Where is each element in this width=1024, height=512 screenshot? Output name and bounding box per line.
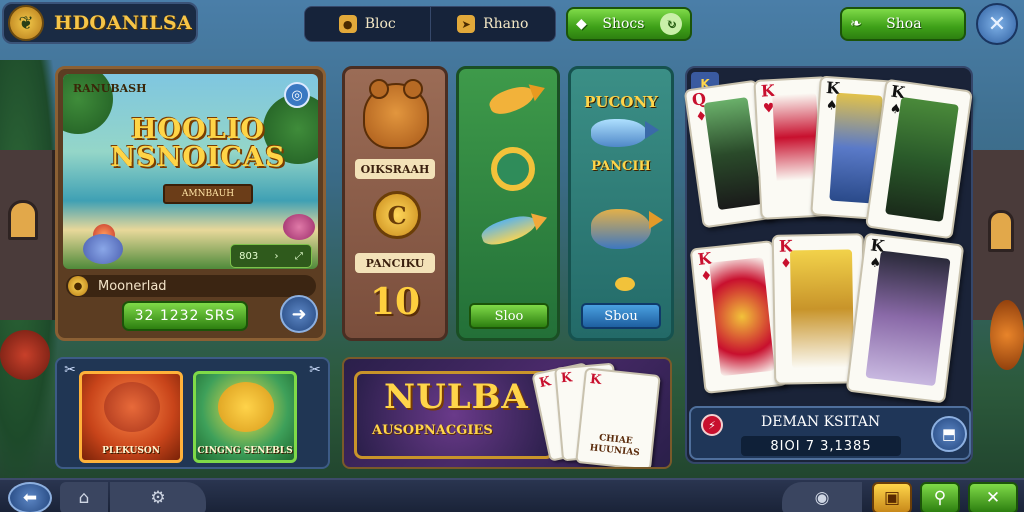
- fish-icon: [591, 119, 659, 147]
- card-rank: K: [560, 370, 573, 387]
- promo-banner[interactable]: NULBA AUSOPNACGIES K K K CHIAE HUUNIAS: [342, 357, 672, 469]
- fish-icon: ➤: [457, 15, 476, 33]
- coin-icon: ●: [338, 15, 357, 33]
- bear-card-sublabel: PANCIKU: [355, 253, 435, 273]
- shops-button[interactable]: ◆ Shocs ↻: [566, 7, 692, 41]
- tab-bloc[interactable]: ● Bloc: [305, 7, 430, 41]
- background-plant: [990, 300, 1024, 370]
- mini-games-panel: ✂ ✂ PLEKUSON CINGNG SENEBLS: [55, 357, 330, 469]
- fish-green-button[interactable]: Sloo: [469, 303, 549, 329]
- category-tabs: ● Bloc ➤ Rhano: [304, 6, 556, 42]
- search-icon[interactable]: ⚲: [920, 482, 960, 512]
- coin-icon: ●: [68, 276, 88, 296]
- shops-label: Shocs: [602, 16, 645, 32]
- top-bar: ❦ HDOANILSA ● Bloc ➤ Rhano ◆ Shocs ↻ ❧ S…: [0, 0, 1024, 48]
- card-rank: K: [537, 374, 553, 392]
- tab-label: Rhano: [483, 16, 529, 32]
- mini-game-card[interactable]: PLEKUSON: [79, 371, 183, 463]
- background-house-right: [969, 150, 1024, 320]
- featured-name: Moonerlad: [98, 278, 167, 294]
- banner-subtitle: AUSOPNACGIES: [372, 423, 493, 438]
- mini-game-label: PLEKUSON: [102, 446, 160, 456]
- arrow-icon: ›: [274, 250, 279, 262]
- player-info-bar: ⚡ DEMAN KSITAN 8IOI 7 3,1385 ⬒: [689, 406, 971, 460]
- fish-teal-subtitle: PANCIH: [591, 159, 651, 174]
- gift-icon[interactable]: ▣: [872, 482, 912, 512]
- featured-game-title: HOOLIO NSNOICAS: [110, 114, 286, 173]
- fish-teal-button[interactable]: Sbou: [581, 303, 661, 329]
- card-game-panel[interactable]: K Q ♦ K ♥ K ♠ K ♠ K ♦ K ♦ K ♠ ⚡ DEMAN KS…: [683, 66, 974, 464]
- close-icon[interactable]: ✕: [976, 3, 1018, 45]
- playing-card[interactable]: K ♠: [845, 232, 965, 404]
- info-icon[interactable]: ◎: [284, 82, 310, 108]
- banner-title: NULBA: [384, 377, 529, 417]
- featured-game-panel[interactable]: RANUBASH HOOLIO NSNOICAS AMNBAUH ◎ 803 ›…: [55, 66, 326, 341]
- shop-label: Shoa: [886, 16, 922, 32]
- bear-icon: [363, 79, 429, 149]
- leaf-icon: ❧: [850, 16, 862, 32]
- featured-stats: 803 › ⤢: [230, 244, 312, 268]
- card-face-art: [865, 250, 951, 387]
- button-label: Sbou: [604, 308, 638, 324]
- shop-button[interactable]: ❧ Shoa: [840, 7, 966, 41]
- card-text: CHIAE HUUNIAS: [589, 433, 641, 459]
- price-label: 32 1232 SRS: [134, 308, 236, 324]
- player-value: 8IOI 7 3,1385: [741, 436, 901, 456]
- game-card-fish-green[interactable]: Sloo: [456, 66, 560, 341]
- mini-game-label: CINGNG SENEBLS: [197, 446, 293, 456]
- bear-card-label: OIKSRAAH: [355, 159, 435, 179]
- bottom-nav: ⬅ ⌂ ⚙ ◉ ▣ ⚲ ✕: [0, 478, 1024, 512]
- card-face-art: [789, 249, 855, 369]
- leaf-icon: ❦: [8, 5, 44, 41]
- background-house-left: [0, 150, 55, 320]
- fish-icon: [591, 209, 663, 249]
- character-face: [104, 382, 160, 432]
- tab-label: Bloc: [364, 16, 396, 32]
- mini-game-card[interactable]: CINGNG SENEBLS: [193, 371, 297, 463]
- featured-game-art: RANUBASH HOOLIO NSNOICAS AMNBAUH ◎ 803 ›…: [63, 74, 318, 269]
- character-face: [218, 382, 274, 432]
- fish-icon: [478, 210, 540, 250]
- featured-small-title: RANUBASH: [73, 82, 147, 95]
- game-card-bear[interactable]: OIKSRAAH C PANCIKU 10: [342, 66, 448, 341]
- home-icon[interactable]: ⌂: [60, 482, 108, 512]
- small-fish-icon: [615, 277, 635, 291]
- background-plant: [0, 330, 50, 380]
- stats-value: 803: [239, 250, 259, 262]
- featured-ribbon: AMNBAUH: [163, 184, 253, 204]
- arrow-right-icon[interactable]: ➜: [280, 295, 318, 333]
- close-icon[interactable]: ✕: [968, 482, 1018, 512]
- expand-icon: ⤢: [294, 250, 303, 262]
- card-rank: K: [589, 371, 603, 388]
- tools-icon[interactable]: ✂: [306, 361, 324, 379]
- tag-icon: ◆: [576, 16, 587, 32]
- creature-decoration: [83, 234, 123, 264]
- card-face-art: [703, 97, 763, 211]
- tab-rhano[interactable]: ➤ Rhano: [429, 7, 556, 41]
- button-label: Sloo: [494, 308, 524, 324]
- lightning-icon: ⚡: [701, 414, 723, 436]
- bear-card-number: 10: [369, 281, 421, 323]
- playing-card: K CHIAE HUUNIAS: [575, 367, 661, 467]
- horseshoe-icon: C: [373, 191, 421, 239]
- tools-icon[interactable]: ✂: [61, 361, 79, 379]
- creature-decoration: [283, 214, 315, 240]
- fish-teal-title: PUCONY: [584, 93, 658, 111]
- player-value-text: 8IOI 7 3,1385: [770, 438, 872, 454]
- game-card-fish-teal[interactable]: PUCONY PANCIH Sbou: [568, 66, 674, 341]
- game-logo[interactable]: ❦ HDOANILSA: [2, 2, 198, 44]
- featured-price-button[interactable]: 32 1232 SRS: [122, 301, 248, 331]
- ring-icon: [491, 147, 535, 191]
- featured-name-row: ● Moonerlad: [66, 275, 316, 297]
- card-face-art: [709, 257, 775, 377]
- profile-icon[interactable]: ◉: [782, 482, 862, 512]
- back-icon[interactable]: ⬅: [8, 482, 52, 512]
- refresh-icon: ↻: [660, 13, 682, 35]
- logo-text: HDOANILSA: [54, 12, 193, 34]
- player-name: DEMAN KSITAN: [761, 414, 881, 430]
- settings-icon[interactable]: ⚙: [110, 482, 206, 512]
- lock-icon[interactable]: ⬒: [931, 416, 967, 452]
- fish-icon: [486, 81, 538, 119]
